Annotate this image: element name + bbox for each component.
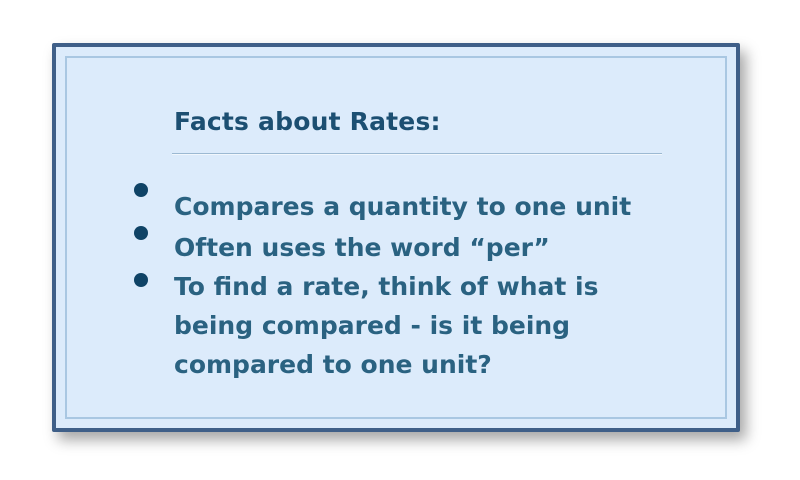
bullet-icon (134, 226, 148, 240)
title-divider (172, 153, 662, 155)
bullet-text-line: being compared - is it being (174, 311, 571, 340)
bullet-text-line: Often uses the word “per” (174, 233, 550, 262)
card-title: Facts about Rates: (174, 107, 441, 136)
facts-card: Facts about Rates: Compares a quantity t… (52, 43, 740, 432)
bullet-icon (134, 183, 148, 197)
bullet-text-line: To find a rate, think of what is (174, 272, 599, 301)
bullet-text-line: Compares a quantity to one unit (174, 192, 632, 221)
bullet-icon (134, 273, 148, 287)
bullet-text-line: compared to one unit? (174, 350, 492, 379)
